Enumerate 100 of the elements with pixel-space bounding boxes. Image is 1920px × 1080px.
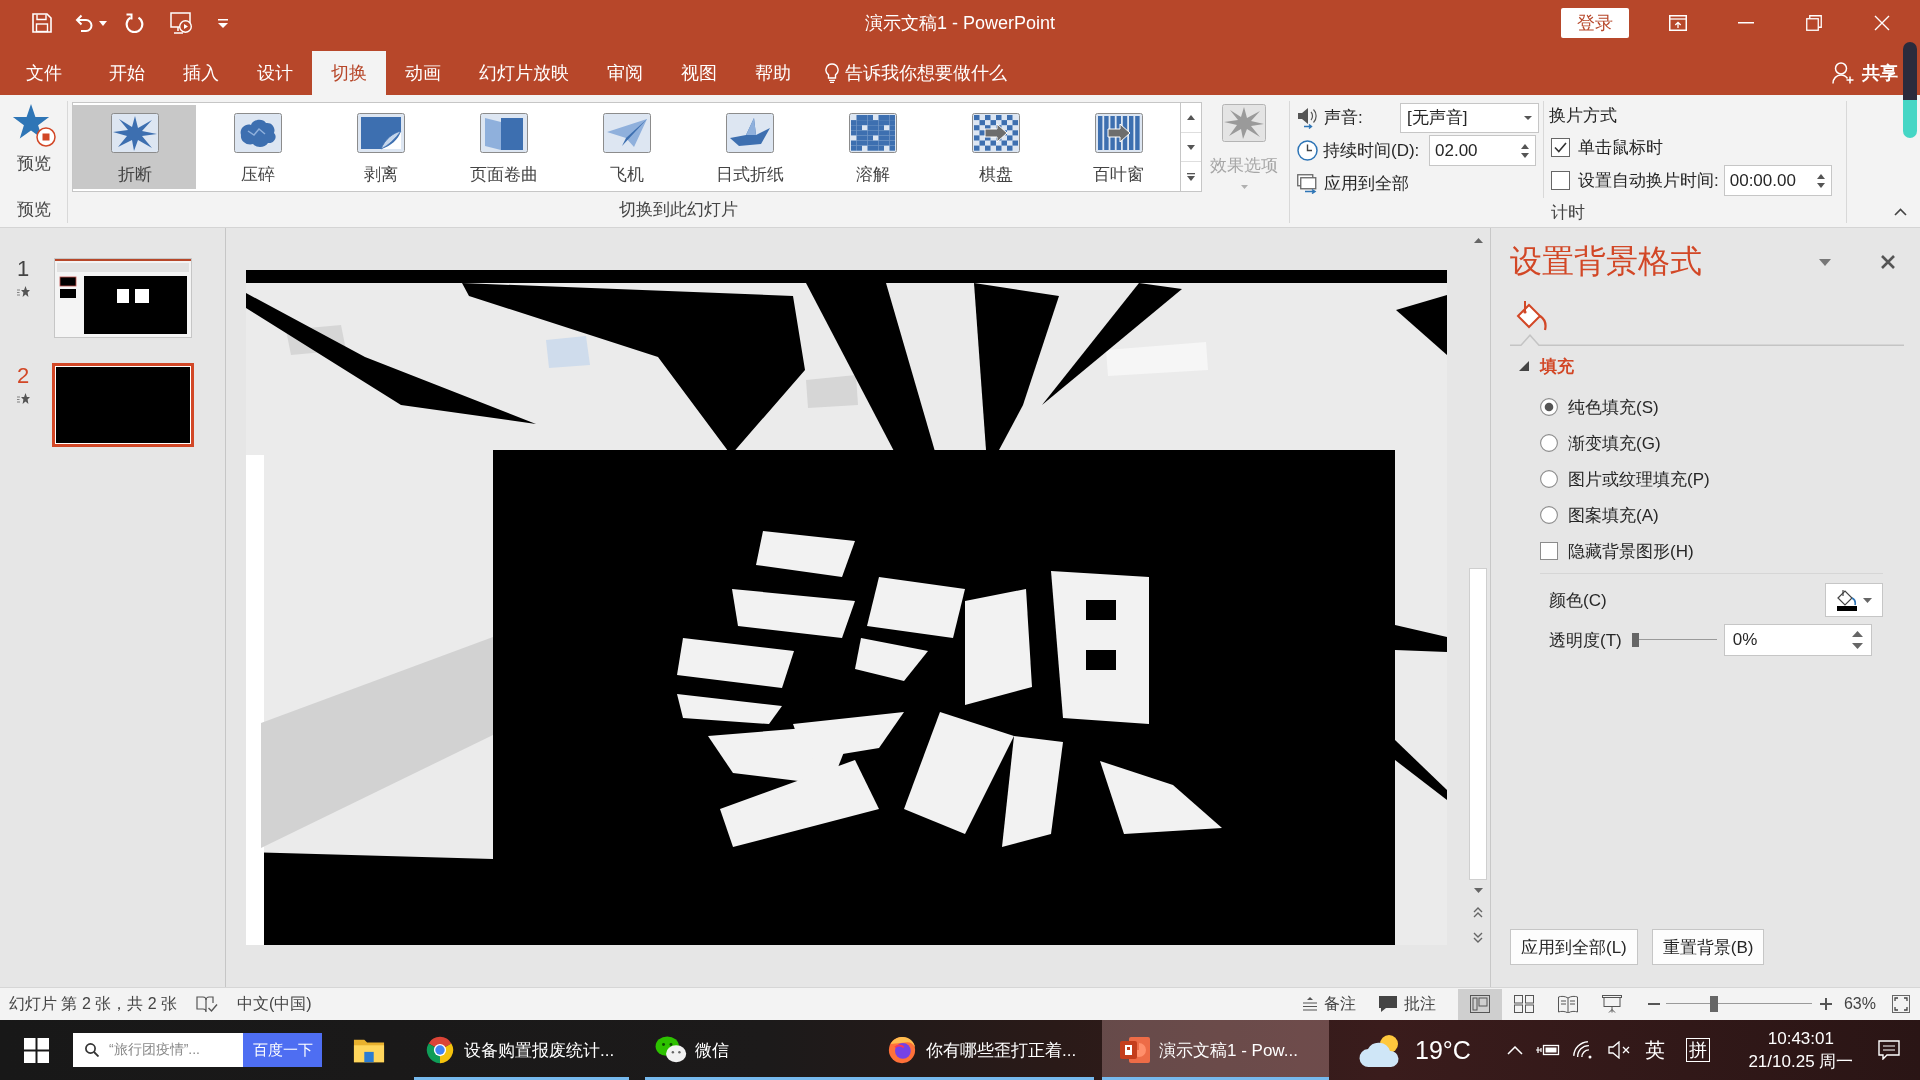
search-button[interactable]: 百度一下 <box>243 1033 322 1067</box>
previous-slide-icon[interactable] <box>1473 907 1483 918</box>
ribbon-tab[interactable]: 视图 <box>662 51 736 95</box>
scroll-up-icon[interactable] <box>1187 114 1195 120</box>
spin-arrows-icon[interactable] <box>1851 631 1863 649</box>
collapse-ribbon-icon[interactable] <box>1894 208 1907 216</box>
search-field[interactable]: “旅行团疫情”... <box>73 1033 243 1067</box>
transparency-field[interactable]: 0% <box>1723 624 1872 656</box>
ribbon-tab[interactable]: 动画 <box>386 51 460 95</box>
next-slide-icon[interactable] <box>1473 932 1483 943</box>
scrollbar-thumb[interactable] <box>1469 568 1487 880</box>
checkbox[interactable] <box>1540 542 1558 560</box>
transition-option[interactable]: 压碎 <box>196 105 319 189</box>
radio-button[interactable] <box>1540 398 1558 416</box>
expand-triangle-icon[interactable] <box>1519 361 1529 371</box>
zoom-in-icon[interactable] <box>1819 998 1832 1010</box>
checkbox[interactable] <box>1551 138 1570 157</box>
lightbulb-icon <box>825 63 839 83</box>
group-label: 计时 <box>1551 202 1585 224</box>
slider-thumb[interactable] <box>1710 996 1719 1012</box>
clock[interactable]: 10:43:01 21/10.25 周一 <box>1740 1027 1861 1073</box>
preview-button[interactable]: 预览 <box>0 102 67 197</box>
customize-caret-icon[interactable] <box>218 18 228 28</box>
color-picker-button[interactable] <box>1825 583 1883 617</box>
taskbar-app[interactable]: 设备购置报废统计... <box>414 1020 629 1080</box>
transparency-label: 透明度(T) <box>1549 629 1622 652</box>
close-icon[interactable] <box>1881 255 1895 269</box>
ribbon-tab[interactable]: 审阅 <box>588 51 662 95</box>
weather-button[interactable]: 19°C <box>1359 1020 1471 1080</box>
scroll-up-icon[interactable] <box>1473 238 1483 243</box>
caret-down-icon <box>1240 185 1248 189</box>
spell-check-icon[interactable] <box>196 995 219 1013</box>
input-mode-indicator[interactable]: 拼 <box>1685 1038 1710 1062</box>
notes-button[interactable]: 备注 <box>1301 993 1356 1015</box>
transition-option[interactable]: 折断 <box>73 105 196 189</box>
taskbar-app[interactable]: 微信 <box>645 1020 862 1080</box>
battery-plug-icon[interactable] <box>1535 1042 1560 1058</box>
ribbon-tab[interactable]: 开始 <box>90 51 164 95</box>
group-label: 切换到此幻灯片 <box>619 199 738 221</box>
taskbar-app[interactable]: 演示文稿1 - Pow... <box>1102 1020 1329 1080</box>
save-icon[interactable] <box>32 13 52 33</box>
caret-down-icon[interactable] <box>99 20 107 26</box>
transition-option[interactable]: 日式折纸 <box>688 105 811 189</box>
restore-icon[interactable] <box>1806 15 1822 31</box>
scroll-down-icon[interactable] <box>1473 888 1483 893</box>
pane-options-caret-icon[interactable] <box>1819 258 1831 266</box>
checkbox[interactable] <box>1551 171 1570 190</box>
ribbon-tab[interactable]: 文件 <box>7 51 81 95</box>
transition-option[interactable]: 页面卷曲 <box>442 105 565 189</box>
auto-advance-field[interactable]: 00:00.00 <box>1723 165 1832 196</box>
zoom-level[interactable]: 63% <box>1843 995 1876 1013</box>
option-label: 图片或纹理填充(P) <box>1568 468 1710 491</box>
taskbar-app[interactable]: 你有哪些歪打正着... <box>862 1020 1094 1080</box>
advance-heading: 换片方式 <box>1549 104 1618 127</box>
language-indicator[interactable]: 中文(中国) <box>237 993 312 1015</box>
input-language-indicator[interactable]: 英 <box>1644 1036 1665 1064</box>
spin-arrows-icon[interactable] <box>1816 173 1825 188</box>
slide-number: 1 <box>16 257 30 281</box>
presentation-icon[interactable] <box>170 12 192 34</box>
duration-field[interactable]: 02.00 <box>1429 135 1536 166</box>
spin-arrows-icon[interactable] <box>1521 143 1529 158</box>
ribbon-tab[interactable]: 帮助 <box>736 51 810 95</box>
duration-label: 持续时间(D): <box>1323 140 1421 162</box>
ribbon-tab[interactable]: 插入 <box>164 51 238 95</box>
notification-icon[interactable] <box>1877 1040 1900 1060</box>
undo-icon[interactable] <box>74 14 94 32</box>
ribbon-tab[interactable]: 幻灯片放映 <box>460 51 588 95</box>
ribbon-tab[interactable]: 切换 <box>312 51 386 95</box>
redo-icon[interactable] <box>125 13 144 33</box>
tell-me-search[interactable]: 告诉我你想要做什么 <box>825 51 1007 95</box>
ribbon-tab[interactable]: 设计 <box>238 51 312 95</box>
radio-button[interactable] <box>1540 470 1558 488</box>
speaker-muted-icon[interactable] <box>1607 1041 1632 1059</box>
paint-bucket-icon[interactable] <box>1516 300 1548 332</box>
fit-to-window-icon[interactable] <box>1892 995 1910 1013</box>
slider-thumb[interactable] <box>1631 633 1639 647</box>
slide-thumbnail[interactable] <box>52 363 194 447</box>
transition-option[interactable]: 百叶窗 <box>1057 105 1180 189</box>
pane-button[interactable]: 重置背景(B) <box>1651 929 1765 965</box>
transition-option[interactable]: 飞机 <box>565 105 688 189</box>
sign-in-button[interactable]: 登录 <box>1561 8 1629 38</box>
sound-dropdown[interactable]: [无声音] <box>1400 102 1539 133</box>
comments-button[interactable]: 批注 <box>1377 993 1436 1015</box>
transition-option[interactable]: 剥离 <box>319 105 442 189</box>
share-button[interactable]: 共享 <box>1832 51 1920 95</box>
chevron-up-icon[interactable] <box>1506 1045 1523 1055</box>
radio-button[interactable] <box>1540 506 1558 524</box>
sound-label: 声音: <box>1324 107 1364 129</box>
normal-view-button[interactable] <box>1457 988 1502 1020</box>
fill-section-header[interactable]: 填充 <box>1510 351 1920 381</box>
transition-option[interactable]: 溶解 <box>811 105 934 189</box>
start-icon[interactable] <box>24 1037 49 1063</box>
radio-button[interactable] <box>1540 434 1558 452</box>
transition-option[interactable]: 棋盘 <box>934 105 1057 189</box>
ribbon-display-icon[interactable] <box>1669 15 1687 31</box>
apply-to-all-button[interactable]: 应用到全部 <box>1297 172 1409 195</box>
slide-thumbnail[interactable] <box>54 258 192 338</box>
scroll-down-icon[interactable] <box>1187 144 1195 150</box>
more-options-icon[interactable] <box>1187 172 1195 181</box>
pane-button[interactable]: 应用到全部(L) <box>1510 929 1638 965</box>
